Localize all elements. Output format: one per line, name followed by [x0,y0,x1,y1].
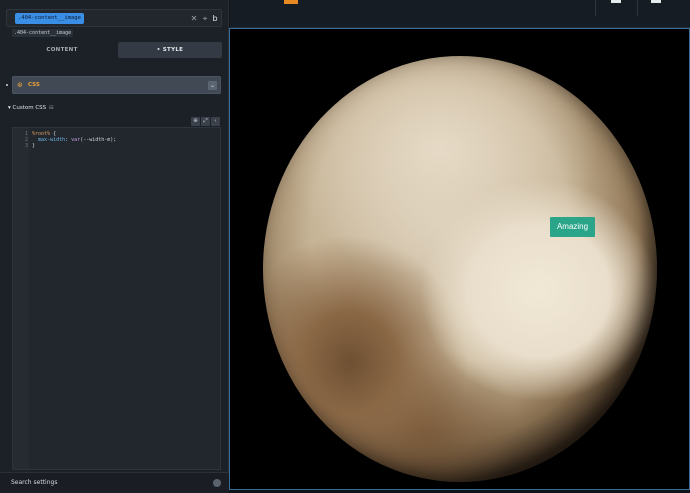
selector-sub-chip[interactable]: .404-content__image [12,29,74,37]
custom-css-text: Custom CSS [12,105,47,111]
site-logo-text: ········ [302,0,315,3]
help-icon[interactable] [213,479,221,487]
content-style-tabs: CONTENT • STYLE [6,42,222,58]
code-line[interactable]: max-width: var(--width-m); [32,137,116,143]
amazing-badge[interactable]: Amazing [550,217,595,237]
expand-icon[interactable]: ⤢ [201,117,210,126]
tab-content[interactable]: CONTENT [6,42,118,58]
app-window: .404-content__image ✕ ⌖ b .404-content__… [0,0,690,493]
code-token: } [32,143,36,149]
site-header: ········ [230,0,690,28]
site-logo[interactable] [284,0,298,4]
social-icon[interactable] [611,0,621,3]
css-section-header[interactable]: ⊛ CSS ⌄ [12,76,221,94]
code-token: max-width [38,137,66,143]
menu-icon[interactable] [651,0,661,3]
selector-field[interactable]: .404-content__image ✕ ⌖ b [6,9,222,27]
close-icon[interactable]: ✕ [189,13,199,24]
style-editor-panel: .404-content__image ✕ ⌖ b .404-content__… [0,0,229,493]
pluto-image-shade [263,56,657,482]
code-token: var [71,137,81,143]
search-settings-bar[interactable]: Search settings [0,472,229,493]
line-number: 3 [24,143,28,149]
css-icon: ⊛ [17,81,23,89]
collapse-icon[interactable]: ‹ [211,117,220,126]
chevron-down-icon[interactable]: ⌄ [208,81,217,90]
tab-style[interactable]: • STYLE [118,42,222,58]
line-gutter [13,128,29,469]
section-bullet [6,84,8,86]
selector-chip[interactable]: .404-content__image [15,13,84,24]
custom-css-label: ▾ Custom CSS ⊟ [8,104,54,112]
css-section-label: CSS [28,82,40,88]
preview-canvas[interactable]: Amazing [229,28,690,490]
css-help-icon[interactable]: ⊕ [191,117,200,126]
code-line[interactable]: } [32,143,35,149]
selector-suffix: b [212,14,218,23]
cursor-icon[interactable]: ⌖ [200,13,210,24]
header-divider [637,0,638,16]
header-divider [595,0,596,16]
css-code-editor[interactable]: %root% { max-width: var(--width-m);} 123 [12,127,221,470]
lock-icon: ⊟ [49,105,54,111]
search-settings-input[interactable]: Search settings [11,473,57,493]
code-token: (--width-m); [80,137,117,143]
